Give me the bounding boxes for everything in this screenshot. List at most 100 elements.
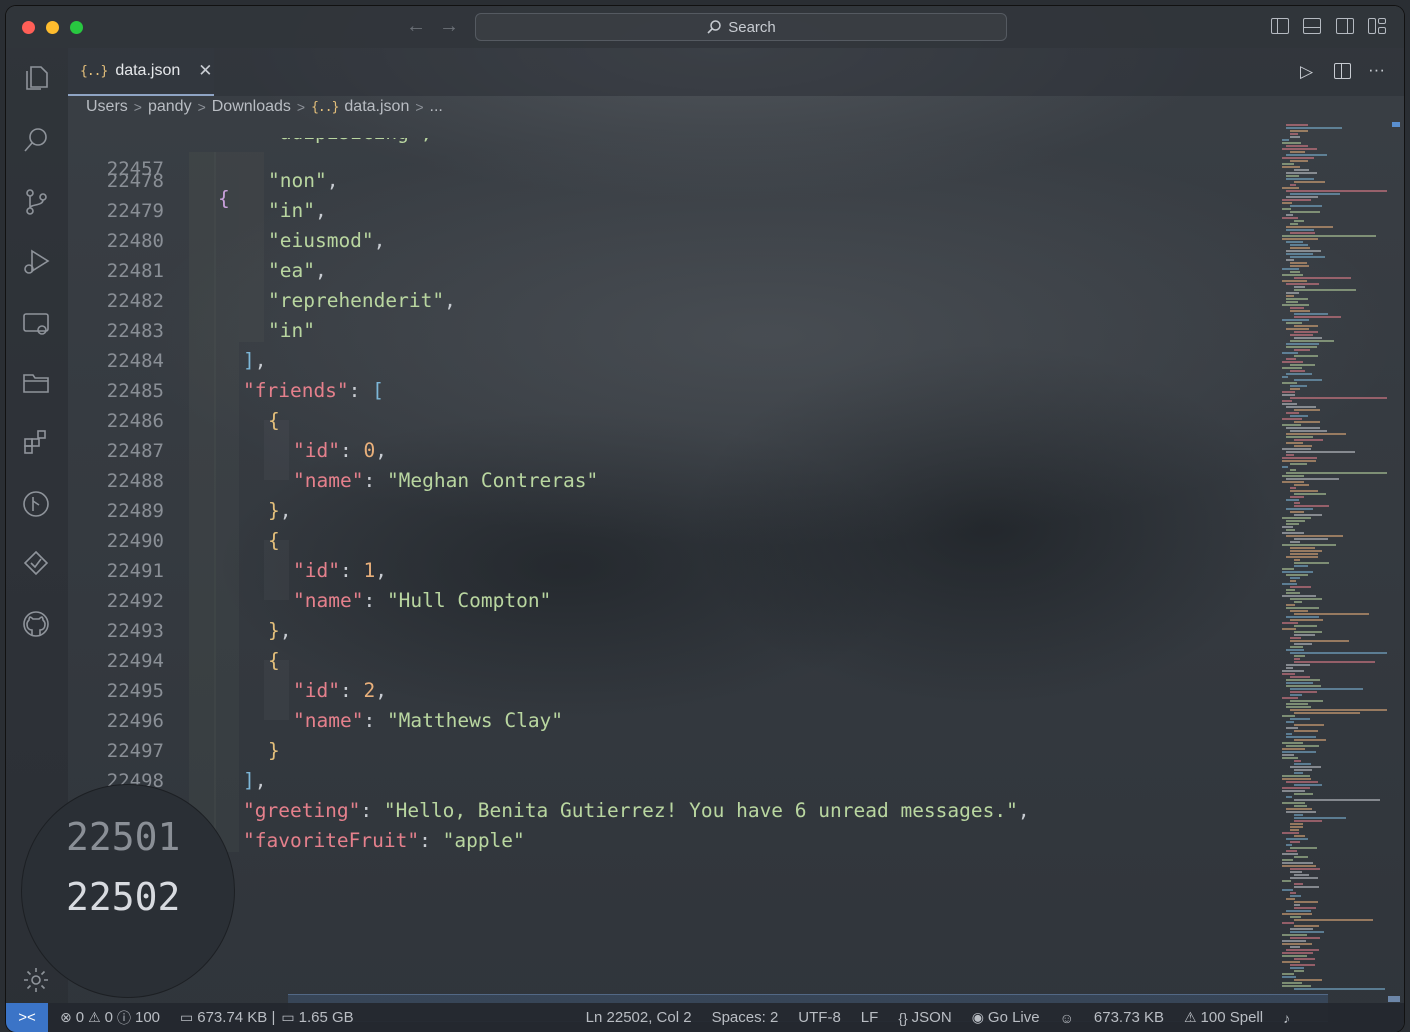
command-center-search[interactable]: Search (475, 13, 1007, 41)
split-editor-icon[interactable] (1334, 63, 1351, 79)
minimap-line (1282, 142, 1301, 144)
code-line-partial[interactable]: "adipisicing", (68, 138, 1268, 152)
file-icon: ▭ (180, 1009, 194, 1025)
problems-indicator[interactable]: ⊗ 0 ⚠ 0 ⓘ 100 (60, 1008, 160, 1028)
minimap-line (1294, 565, 1308, 567)
code-line[interactable]: "greeting": "Hello, Benita Gutierrez! Yo… (68, 796, 1268, 826)
code-line[interactable]: 22478 "non", (68, 166, 1268, 196)
code-line[interactable]: 22490 { (68, 526, 1268, 556)
code-line[interactable]: 22485 "friends": [ (68, 376, 1268, 406)
code-line[interactable]: 22488 "name": "Meghan Contreras" (68, 466, 1268, 496)
size-indicator[interactable]: 673.73 KB (1094, 1009, 1164, 1026)
language-mode[interactable]: {} JSON (898, 1009, 951, 1026)
tab-data-json[interactable]: {..} data.json ✕ (68, 48, 214, 96)
code-line[interactable]: 22486 { (68, 406, 1268, 436)
scrollbar-thumb[interactable] (1388, 996, 1400, 1002)
code-token: { (268, 529, 280, 552)
minimap-line (1290, 133, 1298, 135)
minimap-line (1282, 163, 1294, 165)
code-line[interactable]: 22493}, (68, 616, 1268, 646)
code-line[interactable]: 22497} (68, 736, 1268, 766)
minimap-line (1282, 748, 1305, 750)
code-line[interactable]: 22482 "reprehenderit", (68, 286, 1268, 316)
code-line[interactable]: 22492 "name": "Hull Compton" (68, 586, 1268, 616)
code-line[interactable]: 22495 "id": 2, (68, 676, 1268, 706)
zoom-window-button[interactable] (70, 21, 83, 34)
back-arrow-icon[interactable]: ← (406, 15, 426, 38)
source-control-icon[interactable] (20, 186, 52, 218)
minimap-line (1286, 292, 1299, 294)
encoding[interactable]: UTF-8 (798, 1009, 841, 1026)
close-window-button[interactable] (22, 21, 35, 34)
testing-icon[interactable] (20, 548, 52, 580)
code-line[interactable]: 22480 "eiusmod", (68, 226, 1268, 256)
code-line[interactable]: 22498], (68, 766, 1268, 796)
code-line[interactable]: 22484], (68, 346, 1268, 376)
breadcrumb-symbol[interactable]: ... (430, 98, 443, 116)
minimap-line (1294, 313, 1328, 315)
toggle-panel-icon[interactable] (1303, 18, 1321, 34)
minimap-line (1290, 928, 1313, 930)
code-line[interactable]: 22479 "in", (68, 196, 1268, 226)
minimap-line (1282, 922, 1294, 924)
code-line[interactable]: 22491 "id": 1, (68, 556, 1268, 586)
customize-layout-icon[interactable] (1368, 18, 1386, 34)
minimap-line (1282, 424, 1301, 426)
toggle-secondary-sidebar-icon[interactable] (1336, 18, 1354, 34)
code-line[interactable]: 22496 "name": "Matthews Clay" (68, 706, 1268, 736)
code-line[interactable]: 22487 "id": 0, (68, 436, 1268, 466)
minimap-line (1286, 616, 1319, 618)
minimap-line (1286, 226, 1333, 228)
breadcrumb-downloads[interactable]: Downloads (212, 98, 291, 116)
minimap-line (1290, 826, 1303, 828)
minimap-line (1294, 631, 1322, 633)
copilot-indicator[interactable]: ☺ (1060, 1010, 1074, 1026)
minimap-line (1290, 370, 1305, 372)
minimap-line (1286, 796, 1292, 798)
manage-gear-icon[interactable] (20, 964, 52, 996)
go-live-button[interactable]: ◉ Go Live (972, 1009, 1040, 1026)
memory-indicator[interactable]: ▭ 1.65 GB (281, 1009, 353, 1026)
run-and-debug-icon[interactable] (20, 246, 52, 278)
code-editor[interactable]: 22457 { "adipisicing", 22478"non",22479"… (68, 120, 1328, 1022)
breadcrumb-users[interactable]: Users (86, 98, 128, 116)
code-line[interactable]: 22494 { (68, 646, 1268, 676)
project-manager-icon[interactable] (20, 366, 52, 398)
spell-check-indicator[interactable]: ⚠ 100 Spell (1184, 1009, 1263, 1026)
code-line[interactable]: "favoriteFruit": "apple" (68, 826, 1268, 856)
remote-indicator[interactable]: >< (6, 1003, 48, 1032)
github-icon[interactable] (20, 608, 52, 640)
indentation[interactable]: Spaces: 2 (712, 1009, 779, 1026)
minimap[interactable] (1272, 120, 1388, 1000)
minimap-line (1290, 637, 1301, 639)
warning-count: 0 (104, 1009, 113, 1026)
minimap-line (1290, 931, 1324, 933)
explorer-icon[interactable] (20, 62, 52, 94)
search-icon[interactable] (20, 124, 52, 156)
breadcrumb-pandy[interactable]: pandy (148, 98, 192, 116)
minimize-window-button[interactable] (46, 21, 59, 34)
forward-arrow-icon[interactable]: → (439, 15, 459, 38)
code-line[interactable]: 22481 "ea", (68, 256, 1268, 286)
extensions-icon[interactable] (20, 426, 52, 458)
minimap-line (1282, 166, 1300, 168)
code-line[interactable]: 22483 "in" (68, 316, 1268, 346)
close-tab-icon[interactable]: ✕ (198, 61, 212, 81)
remote-explorer-icon[interactable] (20, 308, 52, 340)
notifications-bell-icon[interactable]: ♪ (1283, 1010, 1290, 1026)
more-actions-icon[interactable]: ··· (1368, 60, 1385, 80)
minimap-line (1286, 808, 1312, 810)
toggle-primary-sidebar-icon[interactable] (1271, 18, 1289, 34)
minimap-line (1294, 901, 1318, 903)
git-graph-icon[interactable] (20, 488, 52, 520)
end-of-line[interactable]: LF (861, 1009, 879, 1026)
code-line[interactable]: 22489}, (68, 496, 1268, 526)
minimap-line (1294, 874, 1309, 876)
run-icon[interactable]: ▷ (1300, 62, 1313, 82)
file-size-indicator[interactable]: ▭ 673.74 KB | (180, 1009, 275, 1026)
minimap-line (1294, 655, 1305, 657)
minimap-line (1286, 259, 1294, 261)
minimap-line (1294, 613, 1369, 615)
breadcrumb-file[interactable]: data.json (344, 98, 409, 116)
cursor-position[interactable]: Ln 22502, Col 2 (586, 1009, 692, 1026)
